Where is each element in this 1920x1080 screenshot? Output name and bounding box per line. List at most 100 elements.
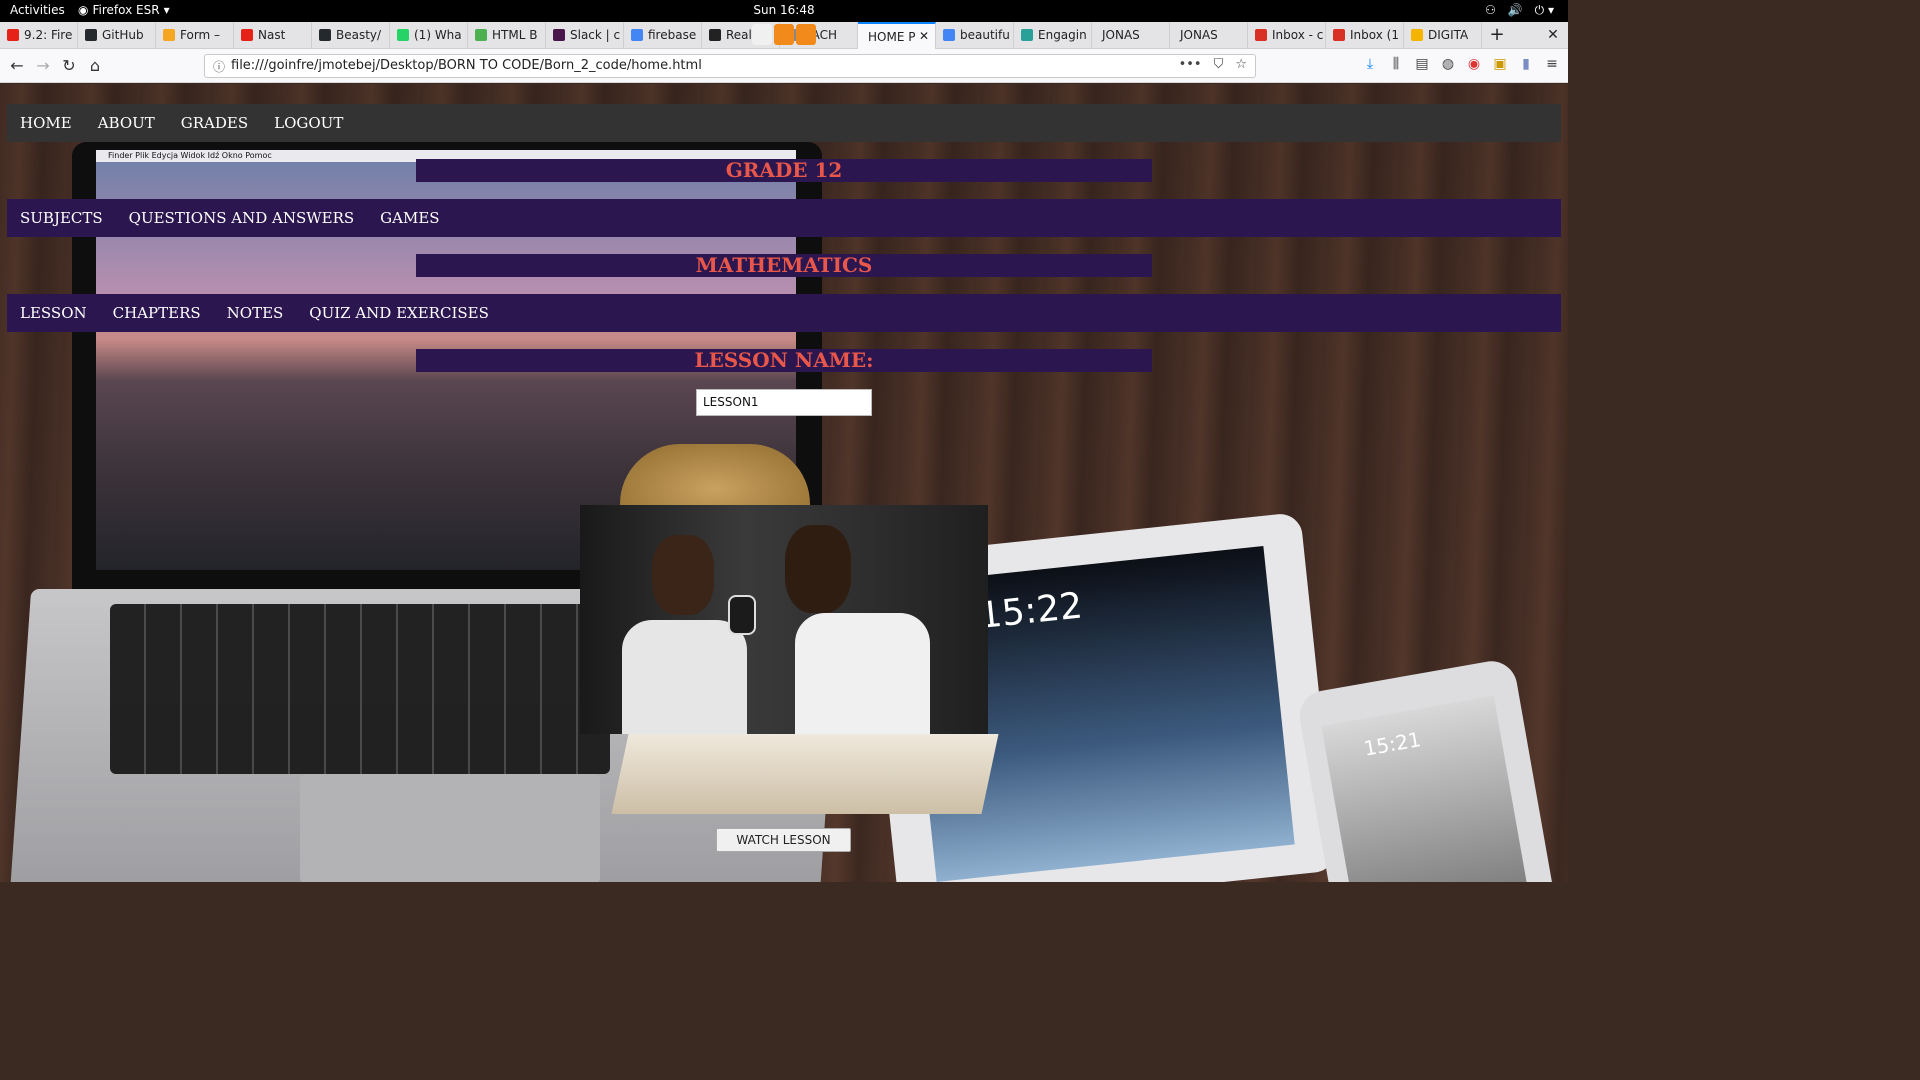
doc-icon — [1021, 29, 1033, 41]
video-person-right — [785, 525, 935, 734]
tab-label: Real — [726, 28, 752, 42]
browser-tab[interactable]: JONAS — [1170, 22, 1248, 49]
browser-tab[interactable]: GitHub — [78, 22, 156, 49]
info-icon[interactable]: ⓘ — [213, 58, 225, 75]
tab-label: Form – — [180, 28, 221, 42]
nav-lesson-link[interactable]: LESSON — [7, 304, 100, 322]
github-icon — [85, 29, 97, 41]
tab-label: Nast — [258, 28, 286, 42]
nav-subjects-link[interactable]: SUBJECTS — [7, 209, 116, 227]
firefox-icon — [752, 24, 772, 45]
tab-label: firebase — [648, 28, 697, 42]
browser-tab[interactable]: Slack | c — [546, 22, 624, 49]
system-status-area[interactable]: ⚇ 🔊 ⏻ ▾ — [1485, 3, 1554, 18]
download-icon[interactable]: ⤓ — [1362, 56, 1378, 72]
nav-notes-link[interactable]: NOTES — [214, 304, 297, 322]
camera-icon — [774, 24, 794, 45]
lesson-name-input[interactable]: LESSON1 — [696, 389, 872, 416]
browser-tab[interactable]: Nast — [234, 22, 312, 49]
page-viewport: Finder Plik Edycja Widok Idź Okno Pomoc … — [0, 84, 1568, 882]
tab-label: Beasty/ — [336, 28, 382, 42]
navigation-toolbar: ← → ↻ ⌂ ⓘ file:///goinfre/jmotebej/Deskt… — [0, 49, 1568, 83]
subject-heading: MATHEMATICS — [416, 254, 1152, 277]
browser-tab[interactable]: Engagin — [1014, 22, 1092, 49]
youtube-icon — [7, 29, 19, 41]
slack-icon — [553, 29, 565, 41]
whatsapp-icon — [397, 29, 409, 41]
firebase-icon — [163, 29, 175, 41]
browser-tab[interactable]: Form – — [156, 22, 234, 49]
watch-lesson-button[interactable]: WATCH LESSON — [716, 828, 851, 852]
slides-icon — [1411, 29, 1423, 41]
browser-tab[interactable]: Beasty/ — [312, 22, 390, 49]
grade-nav: SUBJECTS QUESTIONS AND ANSWERS GAMES — [7, 199, 1561, 237]
back-icon[interactable]: ← — [6, 55, 28, 77]
nav-grades-link[interactable]: GRADES — [168, 114, 261, 132]
subject-nav: LESSON CHAPTERS NOTES QUIZ AND EXERCISES — [7, 294, 1561, 332]
power-icon: ⏻ ▾ — [1534, 3, 1554, 17]
youtube-icon — [241, 29, 253, 41]
page-actions-icon[interactable]: ••• — [1179, 57, 1202, 72]
tab-label: HTML B — [492, 28, 538, 42]
clock[interactable]: Sun 16:48 — [0, 3, 1568, 17]
google-icon — [631, 29, 643, 41]
browser-tab[interactable]: Inbox (1 — [1326, 22, 1404, 49]
url-text[interactable]: file:///goinfre/jmotebej/Desktop/BORN TO… — [231, 58, 702, 73]
microphone-icon — [728, 595, 756, 635]
pocket-icon[interactable]: ⛉ — [1214, 57, 1224, 72]
tab-label: Inbox (1 — [1350, 28, 1399, 42]
gmail-icon — [1255, 29, 1267, 41]
site-main-nav: HOME ABOUT GRADES LOGOUT — [7, 104, 1561, 142]
sidebar-icon[interactable]: ▤ — [1414, 56, 1430, 72]
tab-label: beautifu — [960, 28, 1010, 42]
tab-label: JONAS — [1180, 28, 1218, 42]
bookmark-star-icon[interactable]: ☆ — [1235, 57, 1247, 72]
nav-about-link[interactable]: ABOUT — [85, 114, 168, 132]
toolbar-icons: ⤓ ⫼ ▤ ◍ ◉ ▣ ▮ ≡ — [1362, 56, 1560, 72]
browser-tab[interactable]: 9.2: Fire — [0, 22, 78, 49]
tab-label: HOME P — [868, 30, 916, 44]
nav-chapters-link[interactable]: CHAPTERS — [100, 304, 214, 322]
tab-label: Slack | c — [570, 28, 621, 42]
tab-label: GitHub — [102, 28, 144, 42]
extension-icon[interactable]: ▮ — [1518, 56, 1534, 72]
browser-tab[interactable]: JONAS — [1092, 22, 1170, 49]
nav-quiz-link[interactable]: QUIZ AND EXERCISES — [296, 304, 502, 322]
browser-tab[interactable]: HTML B — [468, 22, 546, 49]
browser-tab[interactable]: firebase — [624, 22, 702, 49]
system-top-bar: Activities ◉ Firefox ESR ▾ Sun 16:48 ⚇ 🔊… — [0, 0, 1568, 22]
forward-icon[interactable]: → — [32, 55, 54, 77]
home-icon[interactable]: ⌂ — [84, 55, 106, 77]
media-indicators — [752, 24, 816, 45]
close-window-icon[interactable]: ✕ — [1538, 22, 1568, 48]
browser-tab[interactable]: HOME P ✕ — [858, 22, 936, 49]
extension-icon[interactable]: ◉ — [1466, 56, 1482, 72]
lesson-name-heading: LESSON NAME: — [416, 349, 1152, 372]
tab-label: (1) Wha — [414, 28, 462, 42]
nav-logout-link[interactable]: LOGOUT — [261, 114, 356, 132]
w3-icon — [475, 29, 487, 41]
lesson-video-player[interactable] — [580, 505, 988, 734]
nav-home-link[interactable]: HOME — [7, 114, 85, 132]
extension-icon[interactable]: ◍ — [1440, 56, 1456, 72]
close-tab-icon[interactable]: ✕ — [919, 29, 929, 43]
decorative-pedestal — [611, 734, 999, 814]
tab-label: DIGITA — [1428, 28, 1469, 42]
background-trackpad — [300, 774, 600, 882]
extension-icon[interactable]: ▣ — [1492, 56, 1508, 72]
library-icon[interactable]: ⫼ — [1388, 56, 1404, 72]
nav-qa-link[interactable]: QUESTIONS AND ANSWERS — [116, 209, 367, 227]
reload-icon[interactable]: ↻ — [58, 55, 80, 77]
browser-tab[interactable]: Inbox - c — [1248, 22, 1326, 49]
browser-tab[interactable]: DIGITA — [1404, 22, 1482, 49]
background-keyboard — [110, 604, 610, 774]
menu-icon[interactable]: ≡ — [1544, 56, 1560, 72]
browser-tab[interactable]: (1) Wha — [390, 22, 468, 49]
browser-tab[interactable]: beautifu — [936, 22, 1014, 49]
volume-icon: 🔊 — [1507, 3, 1523, 17]
nav-games-link[interactable]: GAMES — [367, 209, 452, 227]
new-tab-button[interactable]: + — [1482, 22, 1512, 48]
google-icon — [943, 29, 955, 41]
url-bar[interactable]: ⓘ file:///goinfre/jmotebej/Desktop/BORN … — [204, 54, 1256, 78]
gmail-icon — [1333, 29, 1345, 41]
